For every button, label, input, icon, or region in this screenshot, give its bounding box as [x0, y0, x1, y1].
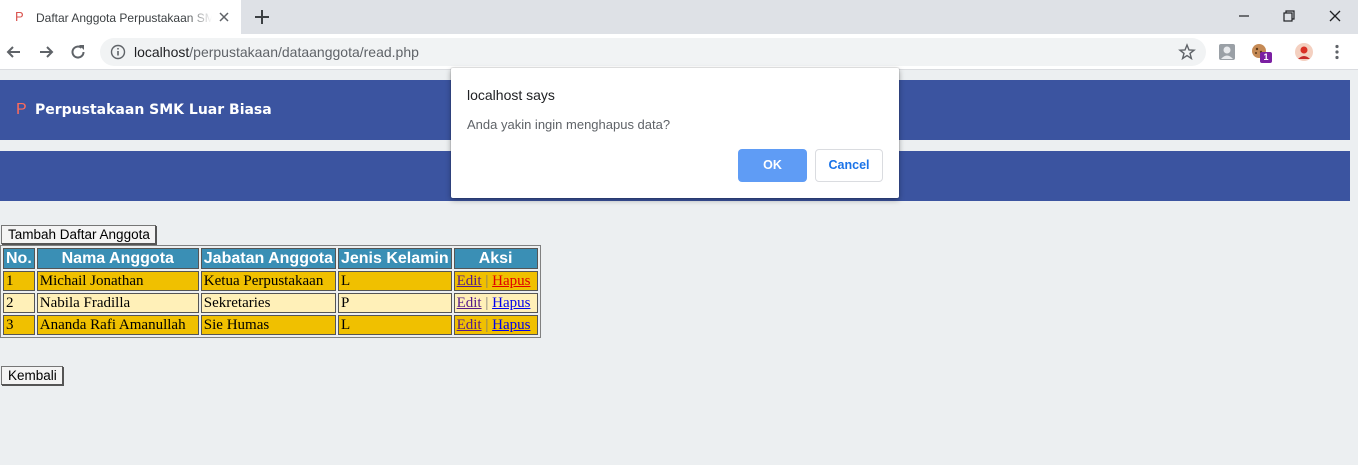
table-row: 2 Nabila Fradilla Sekretaries P Edit | H… — [3, 293, 538, 313]
cell-jabatan: Ketua Perpustakaan — [200, 271, 336, 291]
reload-icon[interactable] — [68, 42, 88, 62]
back-arrow-icon[interactable] — [4, 42, 24, 62]
ok-button[interactable]: OK — [738, 149, 807, 182]
dialog-title: localhost says — [467, 87, 555, 103]
tab-favicon-icon: P — [15, 9, 24, 24]
bookmark-star-icon[interactable] — [1178, 43, 1196, 61]
column-header-no: No. — [3, 248, 35, 269]
url-path: /perpustakaan/dataanggota/read.php — [189, 44, 419, 60]
cell-nama: Nabila Fradilla — [36, 293, 199, 313]
restore-icon[interactable] — [1279, 7, 1299, 25]
site-logo-icon: P — [16, 101, 27, 118]
site-title: Perpustakaan SMK Luar Biasa — [35, 102, 272, 118]
cell-jenis-kelamin: L — [337, 271, 452, 291]
delete-link[interactable]: Hapus — [492, 273, 530, 289]
edit-link[interactable]: Edit — [457, 273, 482, 289]
column-header-nama: Nama Anggota — [36, 248, 199, 269]
extension-cookie-icon[interactable]: 1 — [1250, 42, 1272, 63]
cell-nama: Michail Jonathan — [36, 271, 199, 291]
delete-link[interactable]: Hapus — [492, 317, 530, 333]
dialog-message: Anda yakin ingin menghapus data? — [467, 117, 671, 132]
minimize-icon[interactable] — [1234, 7, 1254, 25]
extension-portrait-icon[interactable] — [1217, 42, 1237, 62]
cell-jabatan: Sie Humas — [200, 315, 336, 335]
url-host: localhost — [134, 44, 190, 60]
tab-close-icon[interactable] — [216, 9, 232, 25]
cell-jenis-kelamin: L — [337, 315, 452, 335]
column-header-jenis-kelamin: Jenis Kelamin — [337, 248, 452, 269]
menu-kebab-icon[interactable] — [1327, 42, 1347, 62]
browser-toolbar: localhost/perpustakaan/dataanggota/read.… — [0, 34, 1358, 70]
delete-link[interactable]: Hapus — [492, 295, 530, 311]
browser-tab[interactable]: P Daftar Anggota Perpustakaan SMK Luar B… — [0, 0, 241, 34]
browser-tab-strip: P Daftar Anggota Perpustakaan SMK Luar B… — [0, 0, 1358, 34]
cell-aksi: Edit | Hapus — [453, 293, 538, 313]
extension-badge: 1 — [1260, 52, 1272, 63]
profile-avatar-icon[interactable] — [1294, 42, 1314, 62]
tab-title: Daftar Anggota Perpustakaan SMK Luar Bia… — [36, 11, 212, 25]
address-bar[interactable]: localhost/perpustakaan/dataanggota/read.… — [100, 38, 1206, 66]
link-separator: | — [485, 294, 489, 311]
column-header-jabatan: Jabatan Anggota — [200, 248, 336, 269]
cell-no: 2 — [3, 293, 35, 313]
edit-link[interactable]: Edit — [457, 295, 482, 311]
cell-no: 1 — [3, 271, 35, 291]
info-icon[interactable] — [110, 44, 126, 60]
back-button[interactable]: Kembali — [1, 366, 63, 385]
forward-arrow-icon[interactable] — [36, 42, 56, 62]
url-text: localhost/perpustakaan/dataanggota/read.… — [134, 44, 419, 60]
table-row: 3 Ananda Rafi Amanullah Sie Humas L Edit… — [3, 315, 538, 335]
cell-nama: Ananda Rafi Amanullah — [36, 315, 199, 335]
link-separator: | — [485, 272, 489, 289]
cell-no: 3 — [3, 315, 35, 335]
table-row: 1 Michail Jonathan Ketua Perpustakaan L … — [3, 271, 538, 291]
edit-link[interactable]: Edit — [457, 317, 482, 333]
cell-aksi: Edit | Hapus — [453, 315, 538, 335]
window-close-icon[interactable] — [1325, 7, 1345, 25]
cell-jabatan: Sekretaries — [200, 293, 336, 313]
column-header-aksi: Aksi — [453, 248, 538, 269]
confirm-dialog: localhost says Anda yakin ingin menghapu… — [451, 68, 899, 198]
member-table: No. Nama Anggota Jabatan Anggota Jenis K… — [0, 245, 541, 338]
cell-aksi: Edit | Hapus — [453, 271, 538, 291]
link-separator: | — [485, 316, 489, 333]
add-member-button[interactable]: Tambah Daftar Anggota — [1, 225, 156, 244]
cancel-button[interactable]: Cancel — [815, 149, 883, 182]
cell-jenis-kelamin: P — [337, 293, 452, 313]
new-tab-icon[interactable] — [253, 8, 271, 26]
table-header-row: No. Nama Anggota Jabatan Anggota Jenis K… — [3, 248, 538, 269]
